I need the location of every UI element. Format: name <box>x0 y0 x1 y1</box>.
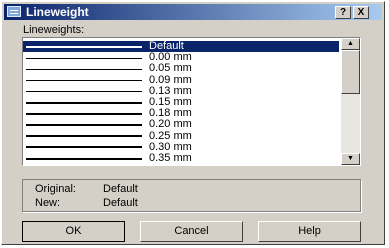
help-button[interactable]: Help <box>258 221 361 242</box>
list-item[interactable]: 0.30 mm <box>23 140 339 153</box>
list-item[interactable]: 0.15 mm <box>23 96 339 108</box>
list-item[interactable]: 0.25 mm <box>23 129 339 142</box>
lineweights-label: Lineweights: <box>23 24 85 36</box>
lineweight-label: 0.30 mm <box>149 140 192 153</box>
list-item[interactable]: 0.05 mm <box>23 62 339 75</box>
lineweight-label: 0.05 mm <box>149 62 192 75</box>
lineweights-list[interactable]: 0.35 mm 0.30 mm 0.25 mm 0.20 mm 0.18 mm 0.15 … <box>22 37 361 166</box>
lineweight-sample <box>26 68 142 70</box>
close-button[interactable]: X <box>353 6 369 19</box>
lineweight-label: 0.00 mm <box>149 51 192 64</box>
vertical-scrollbar[interactable]: ▲ ▼ <box>341 38 360 165</box>
arrow-up-icon[interactable]: ▲ <box>341 38 360 50</box>
lineweight-sample <box>26 80 142 82</box>
list-item[interactable]: 0.20 mm <box>23 118 339 131</box>
new-label: New: <box>35 197 61 209</box>
cancel-button[interactable]: Cancel <box>140 221 243 242</box>
lineweight-sample <box>26 123 142 126</box>
lineweight-sample <box>26 112 142 115</box>
lineweight-label: 0.09 mm <box>149 73 192 86</box>
lineweight-sample <box>26 45 142 48</box>
window-title: Lineweight <box>26 5 89 19</box>
title-bar[interactable]: Lineweight ? X <box>4 4 382 20</box>
lineweight-info-box: Original: Default New: Default <box>22 179 361 212</box>
lineweight-label: 0.20 mm <box>149 118 192 131</box>
list-item[interactable]: 0.00 mm <box>23 51 339 64</box>
lineweight-label: 0.13 mm <box>149 84 192 97</box>
original-label: Original: <box>35 183 76 195</box>
lineweight-label: 0.25 mm <box>149 129 192 142</box>
lineweight-label: Default <box>149 40 184 52</box>
lineweight-sample <box>26 157 142 160</box>
lineweight-label: 0.18 mm <box>149 107 192 120</box>
list-item[interactable]: 0.35 mm <box>23 152 339 164</box>
list-item[interactable]: Default <box>23 40 339 52</box>
scrollbar-thumb[interactable] <box>341 50 360 94</box>
lineweight-label: 0.35 mm <box>149 152 192 164</box>
original-value: Default <box>103 183 138 195</box>
lineweight-label: 0.15 mm <box>149 96 192 108</box>
new-value: Default <box>103 197 138 209</box>
app-icon <box>7 6 21 17</box>
arrow-down-icon[interactable]: ▼ <box>341 153 360 165</box>
lineweight-sample <box>26 57 142 59</box>
lineweight-sample <box>26 146 142 149</box>
help-title-button[interactable]: ? <box>335 6 351 19</box>
list-item[interactable]: 0.18 mm <box>23 107 339 120</box>
list-item[interactable]: 0.09 mm <box>23 73 339 86</box>
lineweight-sample <box>26 135 142 138</box>
lineweight-dialog: Lineweight ? X Lineweights: 0.35 mm 0.30 … <box>1 1 385 245</box>
ok-button[interactable]: OK <box>22 221 125 242</box>
lineweight-sample <box>26 101 142 104</box>
lineweight-sample <box>26 91 142 93</box>
list-item[interactable]: 0.13 mm <box>23 84 339 97</box>
